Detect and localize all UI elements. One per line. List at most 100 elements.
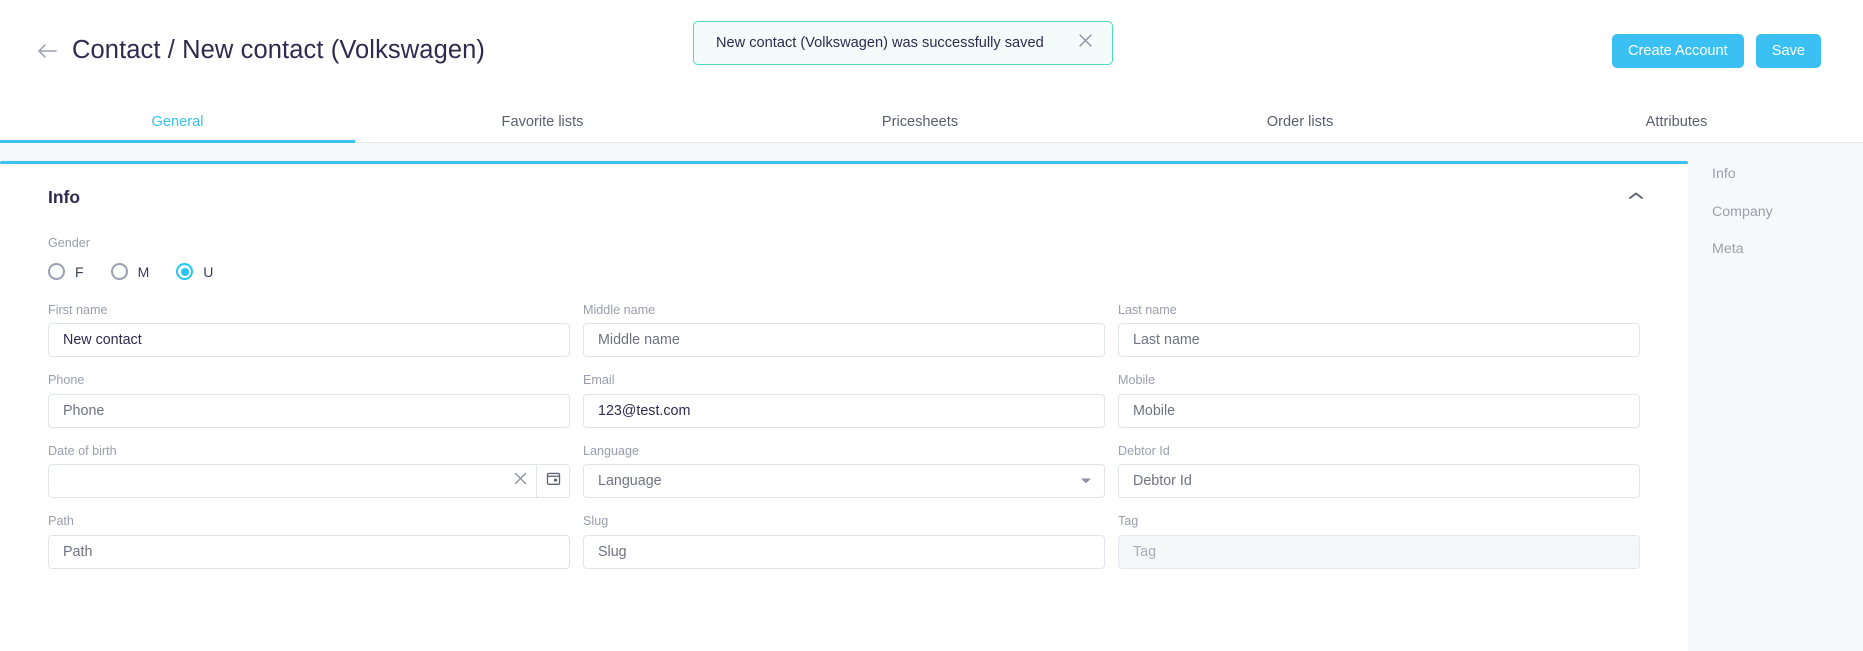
section-nav-item-company[interactable]: Company bbox=[1712, 204, 1863, 221]
gender-field: Gender F M U bbox=[48, 237, 1640, 287]
app-root: Contact / New contact (Volkswagen) Creat… bbox=[0, 0, 1863, 651]
close-icon bbox=[1078, 33, 1093, 53]
arrow-left-icon bbox=[36, 42, 58, 60]
mobile-label: Mobile bbox=[1118, 373, 1156, 388]
phone-label: Phone bbox=[48, 373, 85, 388]
section-nav-item-info[interactable]: Info bbox=[1712, 166, 1863, 183]
radio-circle-icon bbox=[48, 263, 65, 281]
gender-radio-u-label: U bbox=[203, 263, 214, 280]
date-of-birth-clear-button[interactable] bbox=[504, 465, 536, 497]
main-content: Info Gender F M U First name New contact… bbox=[0, 143, 1688, 651]
gender-radio-m[interactable]: M bbox=[110, 263, 172, 281]
email-input[interactable] bbox=[584, 394, 1104, 427]
tag-field: Tag bbox=[1118, 515, 1640, 569]
close-icon bbox=[513, 471, 528, 491]
info-card: Info Gender F M U First name New contact… bbox=[0, 161, 1688, 651]
gender-radio-f-label: F bbox=[75, 263, 84, 280]
toast-message: New contact (Volkswagen) was successfull… bbox=[716, 35, 1044, 51]
date-of-birth-input-wrap[interactable] bbox=[48, 464, 570, 499]
page-title: Contact / New contact (Volkswagen) bbox=[72, 36, 486, 64]
middle-name-field: Middle name bbox=[583, 302, 1105, 358]
path-field: Path bbox=[48, 515, 570, 569]
language-field: Language bbox=[583, 445, 1105, 499]
date-of-birth-label: Date of birth bbox=[48, 443, 117, 458]
date-of-birth-adornments bbox=[504, 465, 569, 498]
slug-input[interactable] bbox=[584, 535, 1104, 568]
first-name-label: First name bbox=[48, 302, 108, 317]
radio-circle-selected-icon bbox=[176, 263, 194, 281]
date-of-birth-field: Date of birth bbox=[48, 445, 570, 499]
calendar-icon bbox=[546, 471, 561, 491]
language-select-wrap[interactable] bbox=[583, 464, 1105, 499]
first-name-input[interactable] bbox=[49, 324, 569, 357]
debtor-id-input-wrap[interactable] bbox=[1118, 464, 1640, 499]
details-row: Date of birth Language Language Debtor I… bbox=[48, 445, 1640, 499]
debtor-id-label: Debtor Id bbox=[1118, 443, 1170, 458]
meta-row: Path Slug Tag bbox=[48, 515, 1640, 569]
info-card-title: Info bbox=[48, 186, 81, 207]
debtor-id-field: Debtor Id bbox=[1118, 445, 1640, 499]
email-label: Email bbox=[583, 373, 615, 388]
last-name-input-wrap[interactable] bbox=[1118, 323, 1640, 358]
tab-attributes[interactable]: Attributes bbox=[1490, 101, 1863, 143]
toast-close-button[interactable] bbox=[1074, 32, 1096, 54]
section-nav-item-meta[interactable]: Meta bbox=[1712, 242, 1863, 258]
debtor-id-input[interactable] bbox=[1119, 465, 1639, 498]
gender-radio-f[interactable]: F bbox=[48, 263, 106, 281]
phone-input-wrap[interactable] bbox=[48, 393, 570, 428]
first-name-input-wrap[interactable] bbox=[48, 323, 570, 358]
language-label: Language bbox=[583, 443, 640, 458]
tag-label: Tag bbox=[1118, 514, 1139, 529]
language-dropdown-button[interactable] bbox=[1074, 465, 1104, 497]
phone-field: Phone bbox=[48, 374, 570, 428]
tab-favorite-lists[interactable]: Favorite lists bbox=[355, 101, 730, 143]
last-name-input[interactable] bbox=[1119, 324, 1639, 357]
first-name-field: First name bbox=[48, 302, 570, 358]
last-name-label: Last name bbox=[1118, 302, 1177, 317]
success-toast: New contact (Volkswagen) was successfull… bbox=[693, 21, 1113, 65]
page-body: Info Gender F M U First name New contact… bbox=[0, 143, 1863, 651]
date-of-birth-input[interactable] bbox=[49, 465, 504, 498]
middle-name-label: Middle name bbox=[583, 302, 656, 317]
tab-pricesheets[interactable]: Pricesheets bbox=[730, 101, 1110, 143]
middle-name-input[interactable] bbox=[584, 324, 1104, 357]
tab-bar: General Favorite lists Pricesheets Order… bbox=[0, 101, 1863, 143]
middle-name-input-wrap[interactable] bbox=[583, 323, 1105, 358]
path-input-wrap[interactable] bbox=[48, 534, 570, 569]
gender-label: Gender bbox=[48, 236, 91, 250]
gender-radio-m-label: M bbox=[137, 263, 150, 280]
info-card-body: Gender F M U First name New contact Midd… bbox=[34, 237, 1654, 569]
header-actions: Create Account Save bbox=[1611, 33, 1821, 68]
gender-radio-group: F M U bbox=[48, 257, 1640, 287]
contact-row: Phone Email Mobile bbox=[48, 374, 1640, 428]
save-button[interactable]: Save bbox=[1755, 33, 1821, 68]
slug-field: Slug bbox=[583, 515, 1105, 569]
section-nav: Info Company Meta bbox=[1688, 143, 1863, 651]
mobile-input[interactable] bbox=[1119, 394, 1639, 427]
date-of-birth-calendar-button[interactable] bbox=[537, 465, 569, 497]
chevron-up-icon bbox=[1628, 188, 1644, 206]
phone-input[interactable] bbox=[49, 394, 569, 427]
path-label: Path bbox=[48, 514, 74, 529]
last-name-field: Last name bbox=[1118, 302, 1640, 358]
slug-input-wrap[interactable] bbox=[583, 534, 1105, 569]
create-account-button[interactable]: Create Account bbox=[1611, 33, 1744, 68]
active-tab-indicator bbox=[0, 140, 355, 143]
radio-circle-icon bbox=[110, 263, 128, 281]
page-header: Contact / New contact (Volkswagen) Creat… bbox=[0, 0, 1863, 101]
language-select-input[interactable] bbox=[584, 465, 1074, 498]
slug-label: Slug bbox=[583, 514, 609, 529]
info-card-collapse-button[interactable] bbox=[1622, 183, 1650, 211]
name-row: First name Middle name Las bbox=[48, 302, 1640, 358]
back-button[interactable] bbox=[32, 36, 62, 66]
tab-general[interactable]: General bbox=[0, 101, 355, 143]
email-input-wrap[interactable] bbox=[583, 393, 1105, 428]
tag-input-wrap bbox=[1118, 534, 1640, 569]
path-input[interactable] bbox=[49, 535, 569, 568]
tab-order-lists[interactable]: Order lists bbox=[1110, 101, 1490, 143]
info-card-header: Info bbox=[34, 164, 1654, 215]
mobile-field: Mobile bbox=[1118, 374, 1640, 428]
mobile-input-wrap[interactable] bbox=[1118, 393, 1640, 428]
chevron-down-icon bbox=[1080, 472, 1092, 490]
gender-radio-u[interactable]: U bbox=[176, 263, 235, 281]
